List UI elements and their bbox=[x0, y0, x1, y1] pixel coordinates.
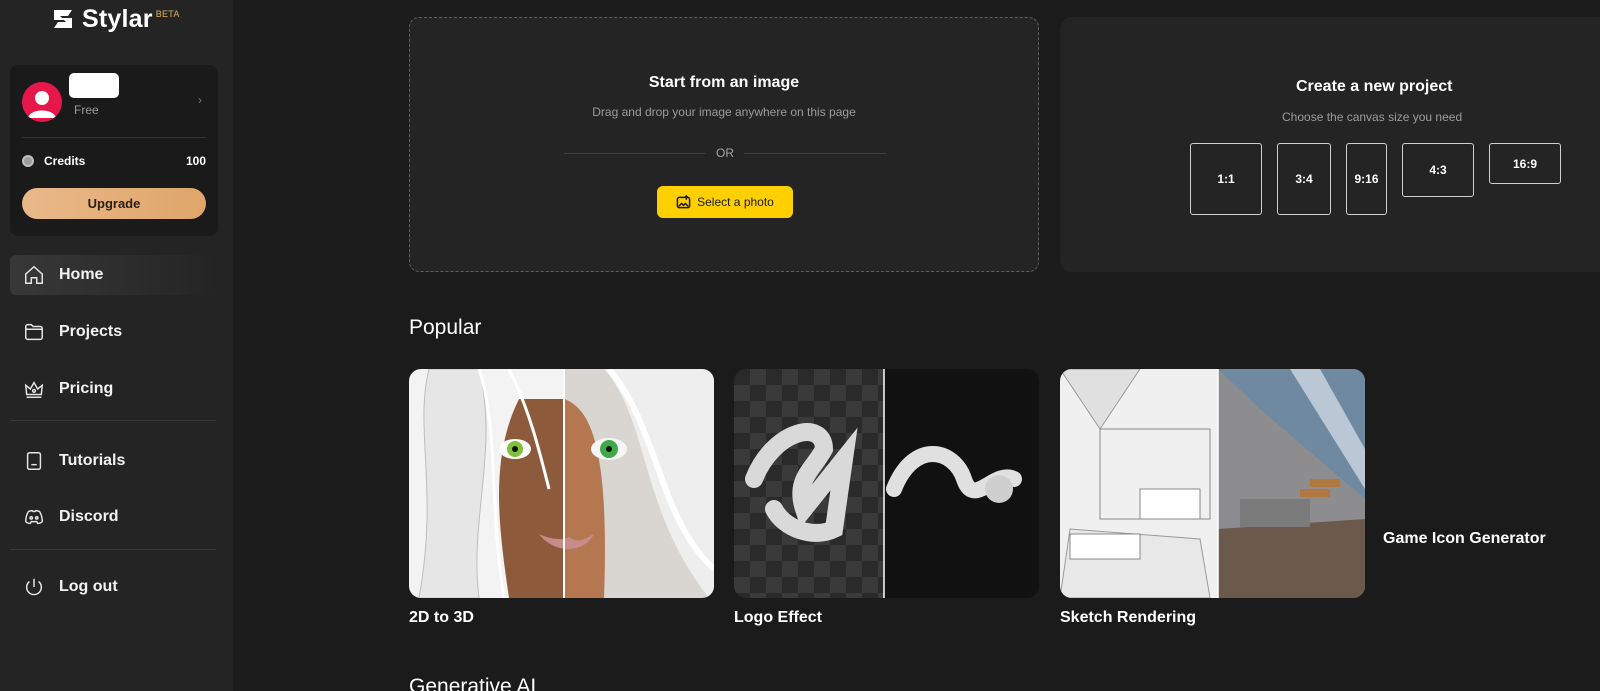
sidebar: Stylar BETA Free › Credits 100 Upgrade H… bbox=[0, 0, 233, 691]
discord-icon bbox=[25, 509, 43, 525]
credits-label: Credits bbox=[44, 154, 86, 168]
chevron-right-icon[interactable]: › bbox=[198, 93, 202, 107]
tile-logo-effect[interactable] bbox=[734, 369, 1039, 598]
select-photo-button[interactable]: Select a photo bbox=[657, 186, 793, 218]
nav-item-discord[interactable]: Discord bbox=[10, 497, 216, 537]
beta-badge: BETA bbox=[155, 9, 180, 19]
2d-to-3d-thumbnail bbox=[409, 369, 714, 598]
upload-dropzone[interactable]: Start from an image Drag and drop your i… bbox=[409, 17, 1039, 272]
nav-item-tutorials[interactable]: Tutorials bbox=[10, 441, 216, 481]
home-icon bbox=[25, 265, 43, 284]
nav-label-home: Home bbox=[59, 266, 104, 283]
credits-row: Credits 100 bbox=[22, 154, 206, 168]
nav-item-home[interactable]: Home bbox=[10, 255, 216, 295]
upload-subtitle: Drag and drop your image anywhere on thi… bbox=[592, 105, 856, 119]
nav-label-projects: Projects bbox=[59, 323, 123, 340]
tile-label-2d-to-3d[interactable]: 2D to 3D bbox=[409, 609, 474, 627]
nav-item-pricing[interactable]: Pricing bbox=[10, 369, 216, 409]
or-text: OR bbox=[716, 146, 734, 160]
new-project-title: Create a new project bbox=[1296, 78, 1453, 95]
nav-label-pricing: Pricing bbox=[59, 380, 114, 397]
brand-name: Stylar bbox=[82, 5, 153, 33]
popular-section-title: Popular bbox=[409, 316, 482, 339]
credits-value: 100 bbox=[185, 154, 206, 168]
folder-icon bbox=[25, 323, 43, 341]
divider bbox=[22, 137, 206, 138]
image-upload-icon bbox=[676, 194, 691, 208]
new-project-subtitle: Choose the canvas size you need bbox=[1282, 110, 1463, 124]
tile-label-game-icon-generator[interactable]: Game Icon Generator bbox=[1383, 530, 1546, 548]
ratio-9-16-button[interactable]: 9:16 bbox=[1346, 143, 1387, 215]
crown-icon bbox=[24, 381, 44, 398]
ratio-16-9-button[interactable]: 16:9 bbox=[1489, 143, 1561, 184]
nav-label-logout: Log out bbox=[59, 578, 118, 595]
tile-label-logo-effect[interactable]: Logo Effect bbox=[734, 609, 822, 627]
ratio-3-4-button[interactable]: 3:4 bbox=[1277, 143, 1331, 215]
user-icon bbox=[28, 91, 56, 118]
or-divider: OR bbox=[564, 146, 886, 160]
stylar-logo-icon bbox=[54, 10, 72, 28]
coin-icon bbox=[22, 155, 34, 167]
nav-item-projects[interactable]: Projects bbox=[10, 312, 216, 352]
tile-2d-to-3d[interactable] bbox=[409, 369, 714, 598]
tile-label-sketch-rendering[interactable]: Sketch Rendering bbox=[1060, 609, 1196, 627]
nav-label-discord: Discord bbox=[59, 508, 119, 525]
user-name-redacted bbox=[69, 73, 119, 98]
nav-item-logout[interactable]: Log out bbox=[10, 567, 216, 607]
logo-effect-thumbnail bbox=[734, 369, 1039, 598]
user-plan: Free bbox=[74, 103, 99, 117]
avatar[interactable] bbox=[22, 82, 62, 122]
new-project-card: Create a new project Choose the canvas s… bbox=[1060, 17, 1600, 272]
select-photo-label: Select a photo bbox=[697, 195, 774, 209]
nav-divider bbox=[10, 549, 216, 550]
nav-divider bbox=[10, 420, 216, 421]
nav-label-tutorials: Tutorials bbox=[59, 452, 126, 469]
generative-ai-section-title: Generative AI bbox=[409, 675, 537, 691]
book-icon bbox=[26, 452, 42, 470]
upload-title: Start from an image bbox=[648, 74, 800, 91]
ratio-4-3-button[interactable]: 4:3 bbox=[1402, 143, 1474, 197]
sketch-rendering-thumbnail bbox=[1060, 369, 1365, 598]
ratio-1-1-button[interactable]: 1:1 bbox=[1190, 143, 1262, 215]
tile-sketch-rendering[interactable] bbox=[1060, 369, 1365, 598]
upgrade-button[interactable]: Upgrade bbox=[22, 188, 206, 219]
power-icon bbox=[25, 578, 43, 596]
brand-logo[interactable]: Stylar BETA bbox=[50, 4, 180, 34]
user-card: Free › Credits 100 Upgrade bbox=[10, 65, 218, 236]
